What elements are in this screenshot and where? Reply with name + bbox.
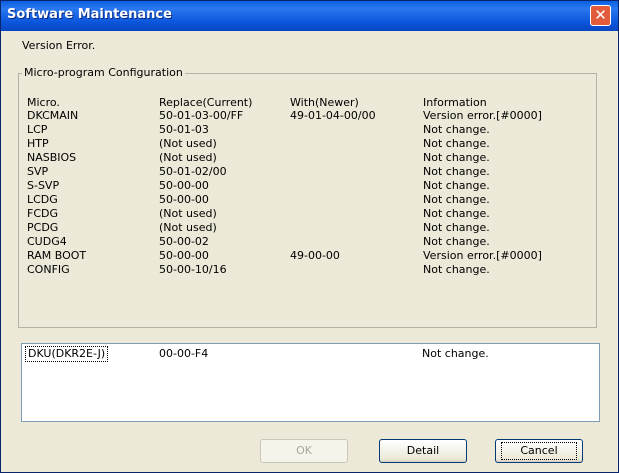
ok-button[interactable]: OK bbox=[260, 439, 348, 463]
table-row: LCDG 50-00-00 Not change. bbox=[1, 193, 618, 207]
replace-current: (Not used) bbox=[159, 221, 217, 234]
ok-label: OK bbox=[296, 444, 312, 457]
with-newer: 49-00-00 bbox=[290, 249, 340, 262]
drive-listbox[interactable]: DKU(DKR2E-J) 00-00-F4 Not change. bbox=[21, 343, 600, 422]
header-replace-current: Replace(Current) bbox=[159, 96, 253, 109]
micro-name: CUDG4 bbox=[27, 235, 67, 248]
dialog-title: Software Maintenance bbox=[7, 7, 172, 22]
table-row: CONFIG 50-00-10/16 Not change. bbox=[1, 263, 618, 277]
title-bar[interactable]: Software Maintenance ✕ bbox=[1, 1, 618, 31]
detail-label: Detail bbox=[406, 444, 440, 457]
drive-information: Not change. bbox=[422, 347, 489, 360]
cancel-label: Cancel bbox=[501, 442, 577, 460]
micro-name: LCP bbox=[27, 123, 48, 136]
information: Not change. bbox=[423, 151, 490, 164]
replace-current: 50-01-02/00 bbox=[159, 165, 227, 178]
replace-current: 50-01-03-00/FF bbox=[159, 109, 244, 122]
information: Not change. bbox=[423, 165, 490, 178]
config-header-row: Micro. Replace(Current) With(Newer) Info… bbox=[1, 96, 618, 110]
micro-name: DKCMAIN bbox=[27, 109, 79, 122]
replace-current: 50-00-02 bbox=[159, 235, 209, 248]
information: Not change. bbox=[423, 123, 490, 136]
close-icon[interactable]: ✕ bbox=[590, 5, 611, 26]
table-row: RAM BOOT 50-00-00 49-00-00 Version error.[#… bbox=[1, 249, 618, 263]
information: Not change. bbox=[423, 263, 490, 276]
drive-current: 00-00-F4 bbox=[159, 347, 209, 360]
information: Version error.[#0000] bbox=[423, 109, 542, 122]
information: Not change. bbox=[423, 207, 490, 220]
list-item[interactable]: DKU(DKR2E-J) 00-00-F4 Not change. bbox=[22, 346, 599, 362]
replace-current: (Not used) bbox=[159, 137, 217, 150]
detail-button[interactable]: Detail bbox=[379, 439, 467, 463]
table-row: NASBIOS (Not used) Not change. bbox=[1, 151, 618, 165]
replace-current: 50-01-03 bbox=[159, 123, 209, 136]
table-row: PCDG (Not used) Not change. bbox=[1, 221, 618, 235]
micro-name: NASBIOS bbox=[27, 151, 77, 164]
replace-current: 50-00-00 bbox=[159, 193, 209, 206]
micro-name: S-SVP bbox=[27, 179, 60, 192]
groupbox-label: Micro-program Configuration bbox=[22, 66, 185, 79]
header-micro: Micro. bbox=[27, 96, 60, 109]
with-newer: 49-01-04-00/00 bbox=[290, 109, 376, 122]
table-row: LCP 50-01-03 Not change. bbox=[1, 123, 618, 137]
micro-name: LCDG bbox=[27, 193, 58, 206]
information: Not change. bbox=[423, 137, 490, 150]
header-with-newer: With(Newer) bbox=[290, 96, 359, 109]
table-row: S-SVP 50-00-00 Not change. bbox=[1, 179, 618, 193]
information: Not change. bbox=[423, 179, 490, 192]
micro-name: PCDG bbox=[27, 221, 59, 234]
table-row: SVP 50-01-02/00 Not change. bbox=[1, 165, 618, 179]
drive-name: DKU(DKR2E-J) bbox=[25, 346, 109, 362]
software-maintenance-dialog: Software Maintenance ✕ Version Error. Mi… bbox=[0, 0, 619, 473]
micro-name: RAM BOOT bbox=[27, 249, 87, 262]
table-row: FCDG (Not used) Not change. bbox=[1, 207, 618, 221]
cancel-button[interactable]: Cancel bbox=[495, 439, 583, 463]
micro-name: FCDG bbox=[27, 207, 59, 220]
replace-current: 50-00-00 bbox=[159, 179, 209, 192]
table-row: CUDG4 50-00-02 Not change. bbox=[1, 235, 618, 249]
header-information: Information bbox=[423, 96, 487, 109]
replace-current: 50-00-10/16 bbox=[159, 263, 227, 276]
micro-name: HTP bbox=[27, 137, 49, 150]
micro-name: SVP bbox=[27, 165, 49, 178]
table-row: DKCMAIN 50-01-03-00/FF 49-01-04-00/00 Versi… bbox=[1, 109, 618, 123]
information: Version error.[#0000] bbox=[423, 249, 542, 262]
micro-name: CONFIG bbox=[27, 263, 70, 276]
replace-current: (Not used) bbox=[159, 151, 217, 164]
replace-current: (Not used) bbox=[159, 207, 217, 220]
table-row: HTP (Not used) Not change. bbox=[1, 137, 618, 151]
information: Not change. bbox=[423, 221, 490, 234]
status-message: Version Error. bbox=[22, 39, 96, 52]
information: Not change. bbox=[423, 193, 490, 206]
information: Not change. bbox=[423, 235, 490, 248]
replace-current: 50-00-00 bbox=[159, 249, 209, 262]
